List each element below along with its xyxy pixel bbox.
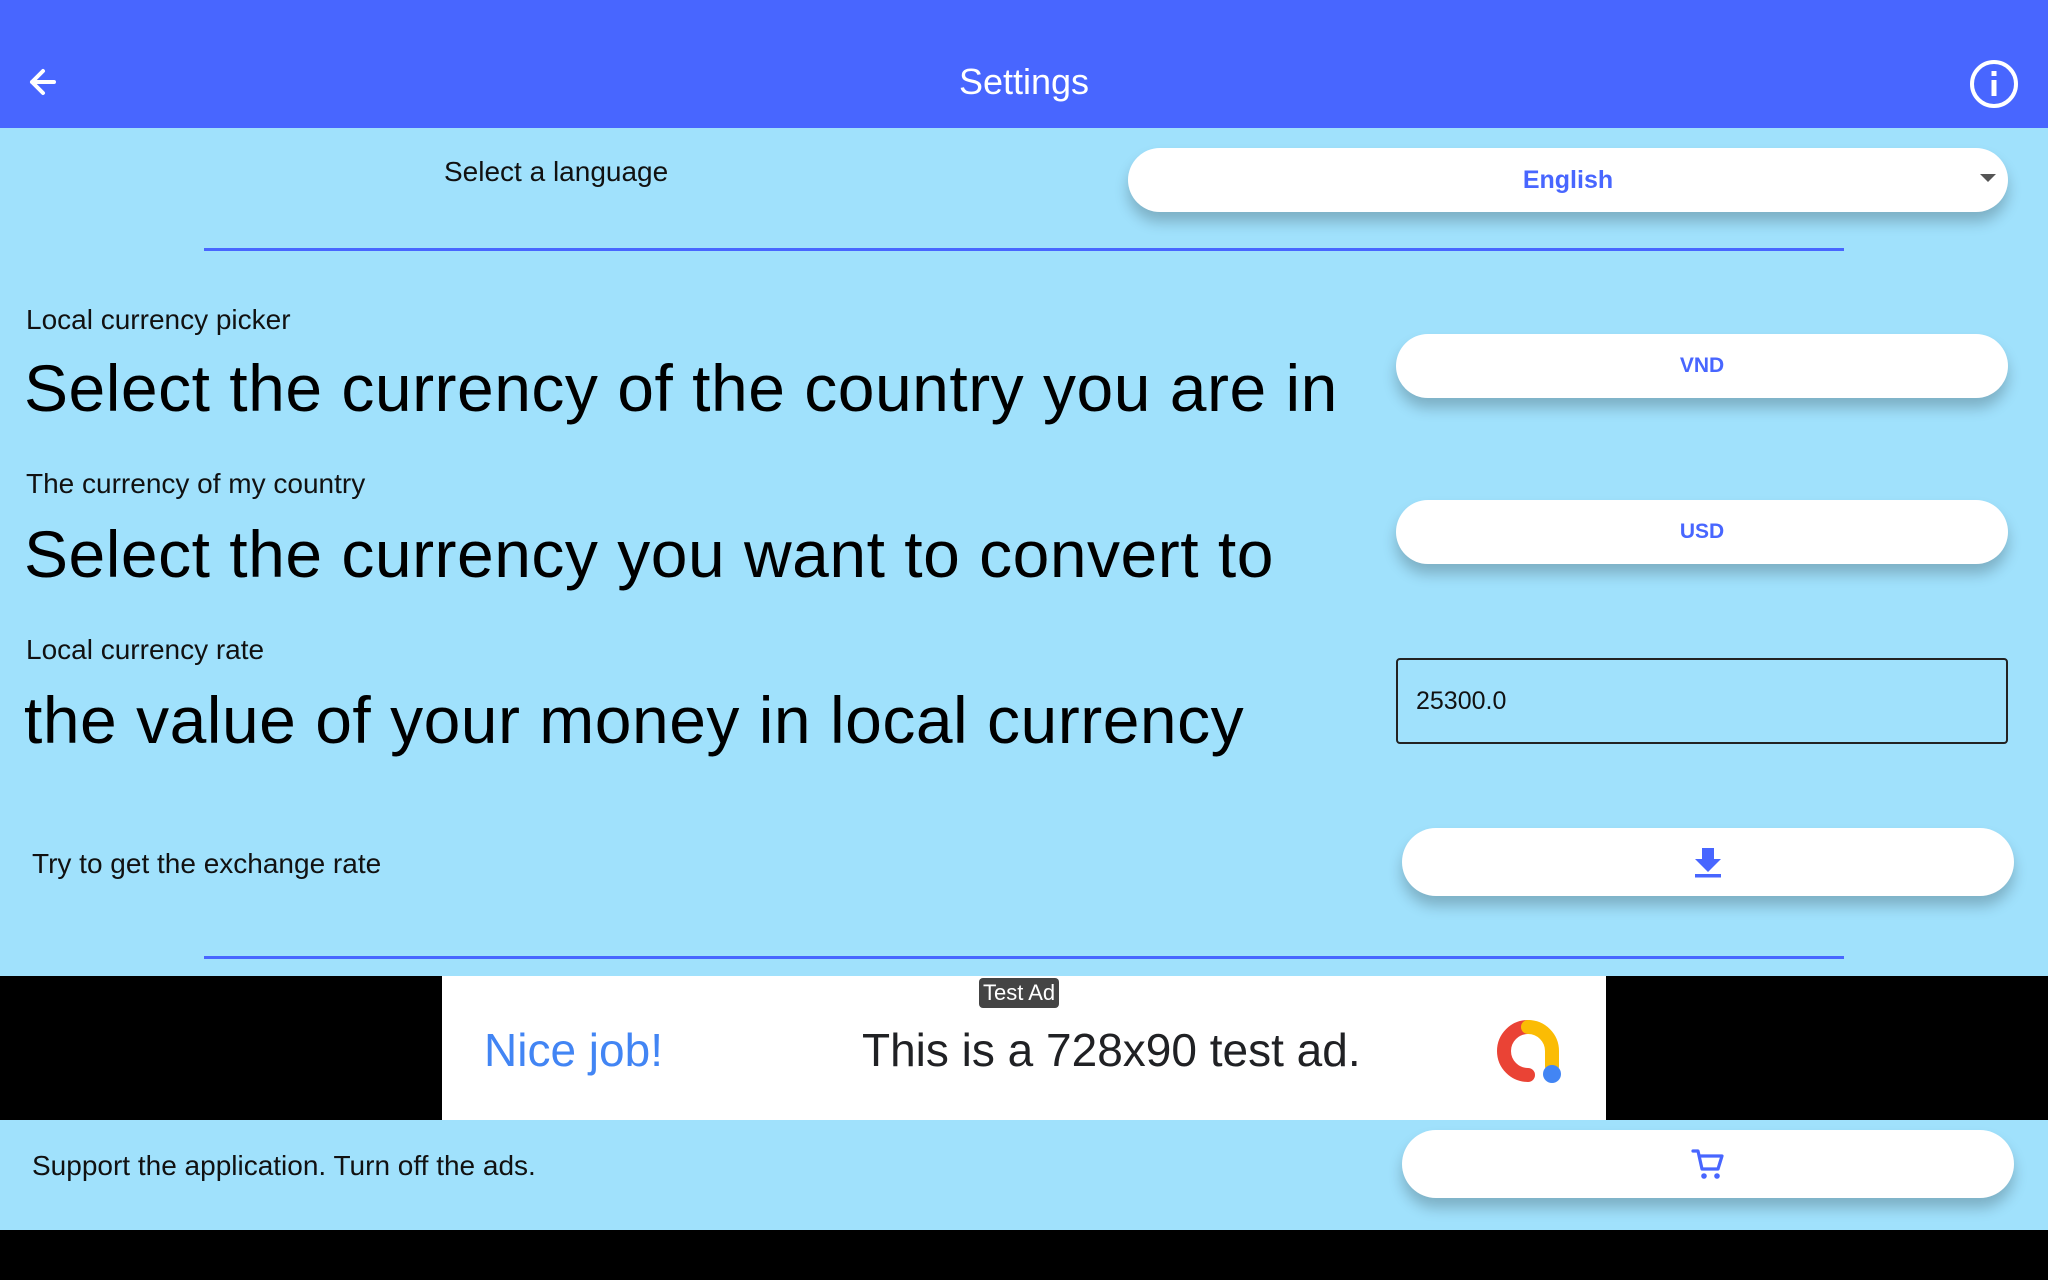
ad-manager-logo-icon [1497,1020,1561,1083]
local-currency-big-label: Select the currency of the country you a… [24,351,1338,425]
info-button[interactable] [1968,58,2020,110]
page-title: Settings [958,61,1090,102]
rate-small-label: Local currency rate [26,634,265,665]
app-bar: Settings [0,0,2048,128]
home-currency-button[interactable]: USD [1396,500,2008,564]
exchange-rate-label: Try to get the exchange rate [32,848,382,879]
support-footer: Support the application. Turn off the ad… [0,1120,2048,1230]
ad-headline: Nice job! [484,1024,663,1076]
support-label: Support the application. Turn off the ad… [32,1150,536,1181]
language-selected-value: English [1522,166,1614,194]
rate-big-label: the value of your money in local currenc… [24,683,1245,757]
chevron-down-icon [1980,174,1996,182]
info-icon [1970,60,2018,108]
cart-icon [1691,1149,1724,1179]
home-currency-small-label: The currency of my country [26,468,366,499]
language-label: Select a language [444,156,669,187]
bottom-bar [0,1230,2048,1280]
fetch-exchange-rate-button[interactable] [1402,828,2014,896]
divider-bottom [204,956,1844,959]
download-icon [1695,848,1721,878]
settings-content: Select a language English Local currency… [0,128,2048,976]
local-currency-button[interactable]: VND [1396,334,2008,398]
rate-input[interactable] [1396,658,2008,744]
test-ad-badge: Test Ad [979,978,1060,1008]
language-dropdown[interactable]: English [1128,148,2008,212]
ad-banner-area: Nice job! This is a 728x90 test ad. Test… [0,976,2048,1120]
remove-ads-button[interactable] [1402,1130,2014,1198]
local-currency-small-label: Local currency picker [26,304,291,335]
home-currency-big-label: Select the currency you want to convert … [24,517,1274,591]
divider-top [204,248,1844,251]
ad-body-text: This is a 728x90 test ad. [862,1024,1361,1076]
